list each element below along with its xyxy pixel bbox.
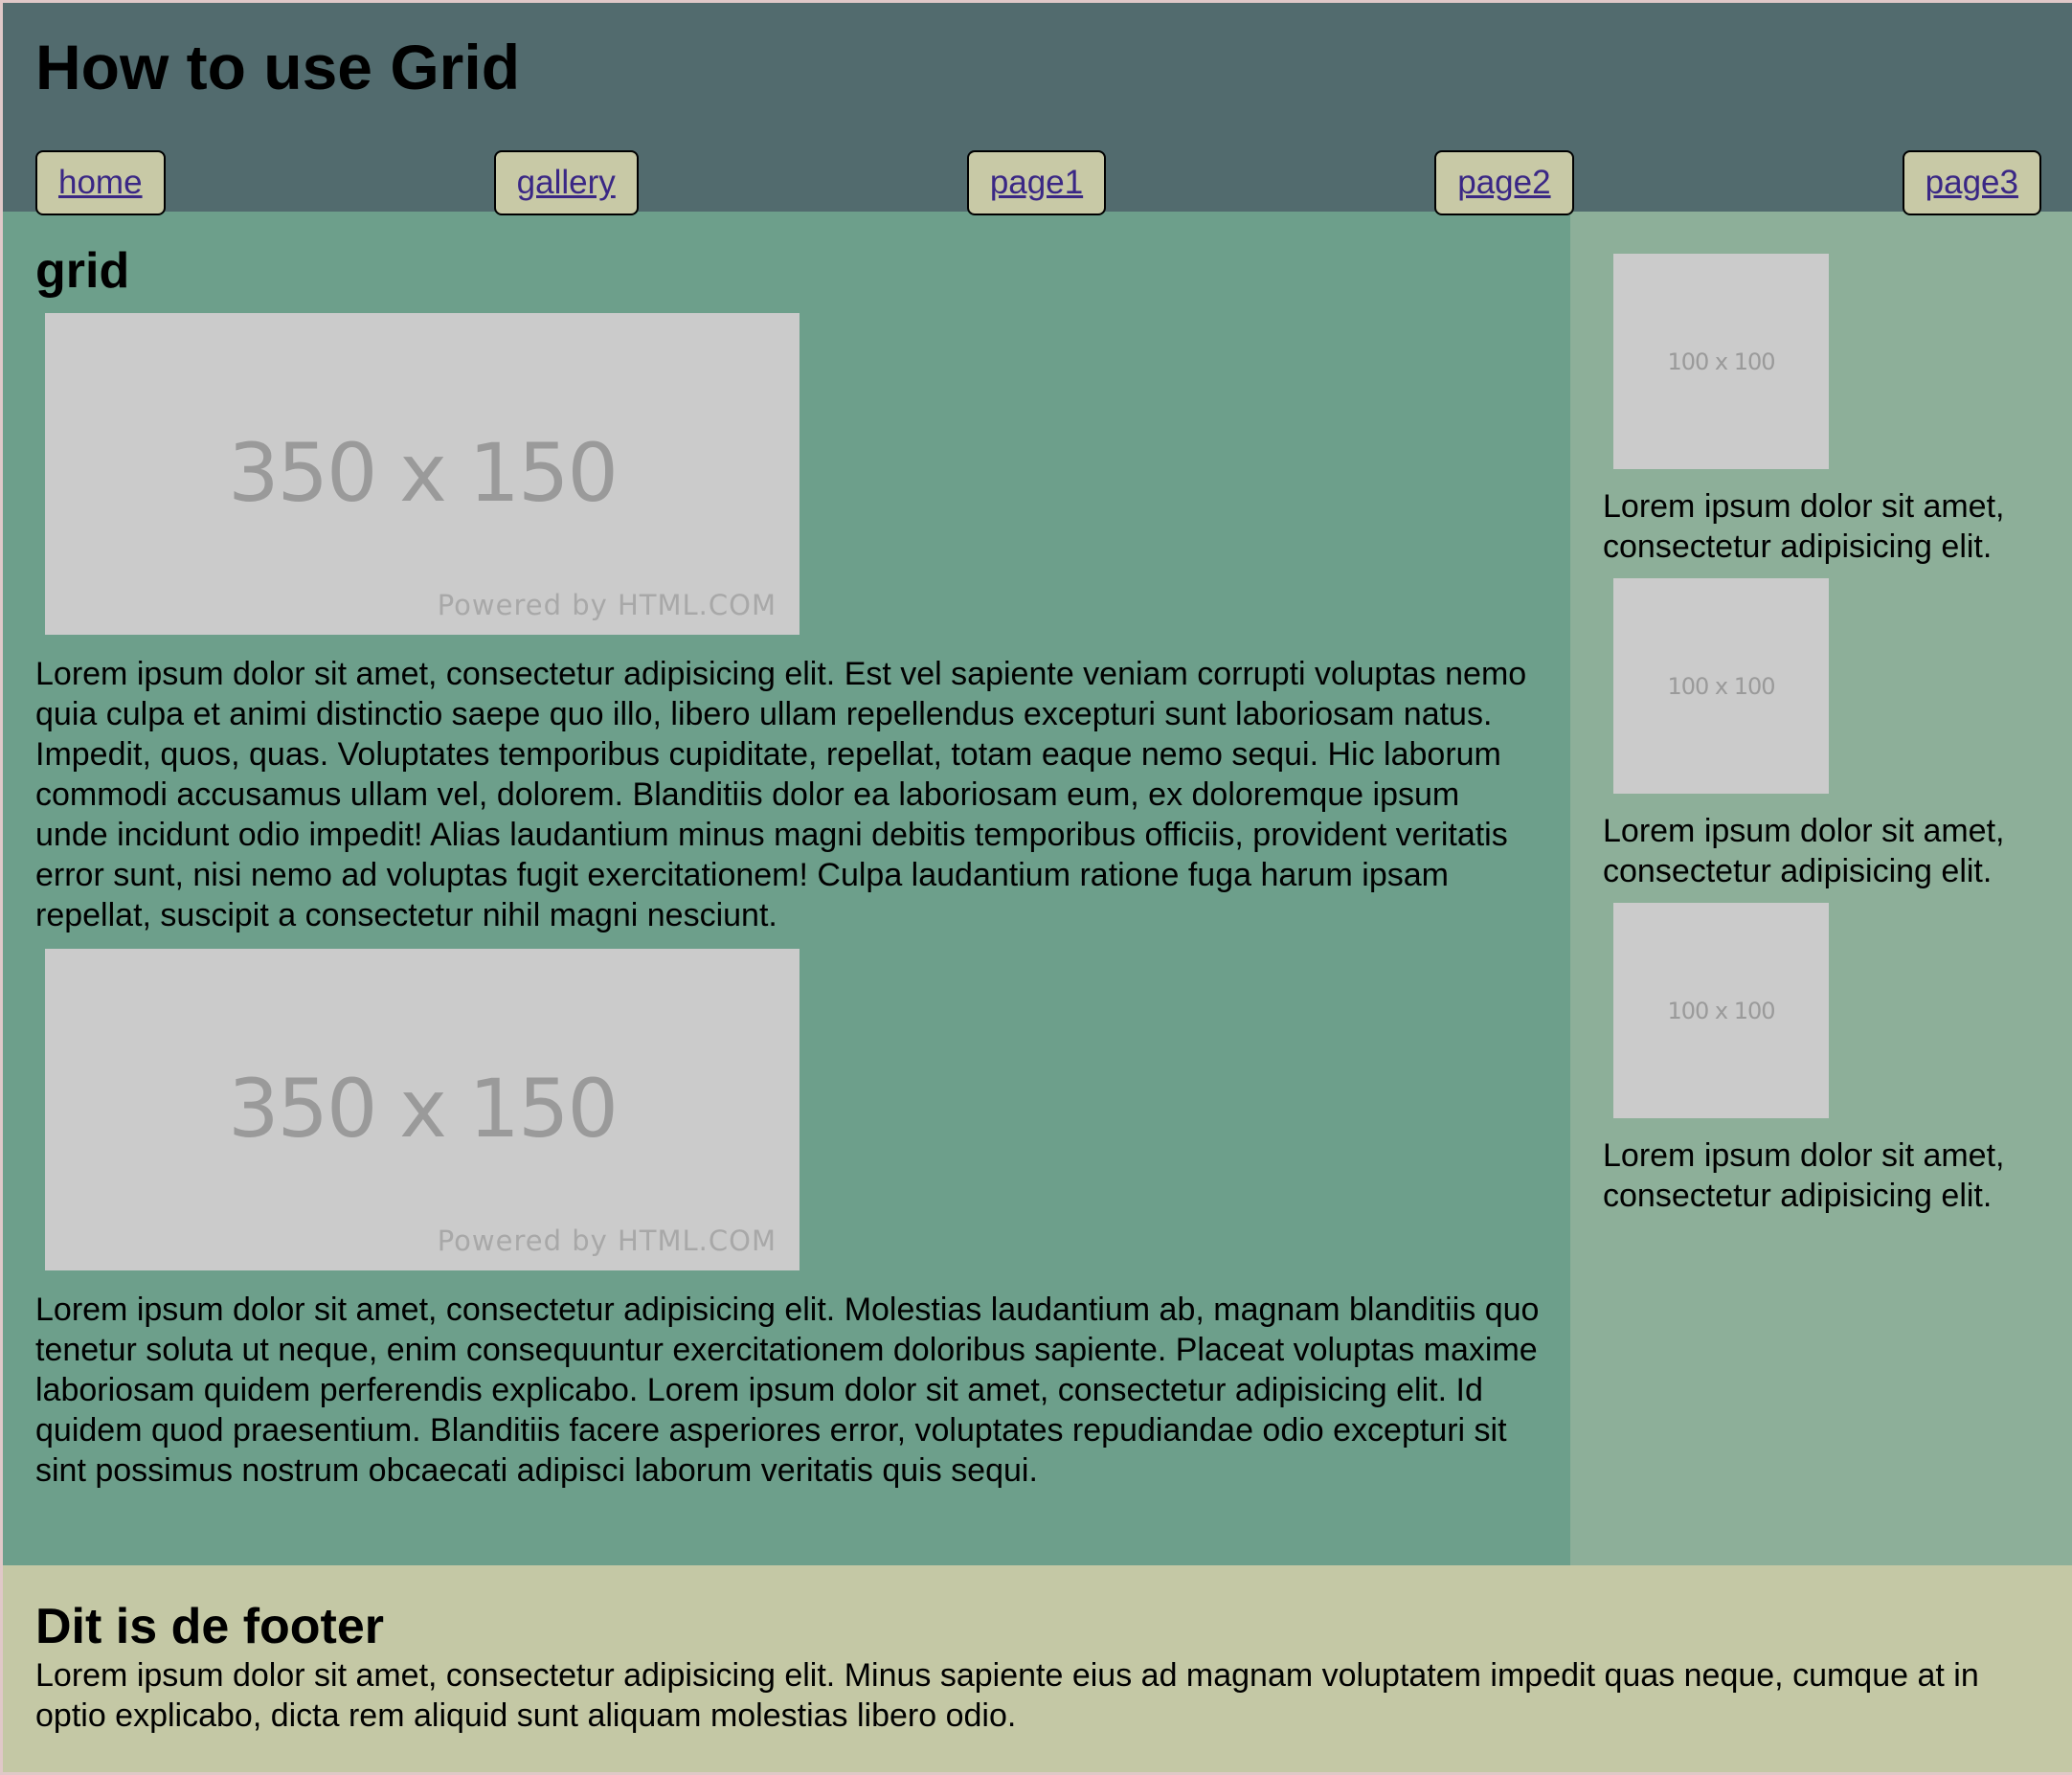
main-content: grid 350 x 150 Powered by HTML.COM Lorem… [3,212,1570,1565]
nav-link-page3[interactable]: page3 [1902,150,2041,215]
sidebar-card: 100 x 100 Lorem ipsum dolor sit amet, co… [1603,254,2034,567]
placeholder-image: 350 x 150 Powered by HTML.COM [45,949,800,1270]
main-paragraph: Lorem ipsum dolor sit amet, consectetur … [35,656,1527,933]
sidebar-card: 100 x 100 Lorem ipsum dolor sit amet, co… [1603,578,2034,891]
site-header: How to use Grid home gallery page1 page2… [3,3,2072,215]
sidebar-card-text: Lorem ipsum dolor sit amet, consectetur … [1603,1135,2034,1216]
sidebar-card-text: Lorem ipsum dolor sit amet, consectetur … [1603,486,2034,567]
site-footer: Dit is de footer Lorem ipsum dolor sit a… [3,1565,2072,1772]
main-nav: home gallery page1 page2 page3 [35,150,2041,215]
placeholder-image: 350 x 150 Powered by HTML.COM [45,313,800,635]
page-grid: How to use Grid home gallery page1 page2… [3,3,2072,1772]
card-text-line: consectetur adipisicing elit. [1603,1178,1993,1214]
footer-heading: Dit is de footer [35,1599,385,1654]
main-paragraph: Lorem ipsum dolor sit amet, consectetur … [35,1292,1540,1489]
card-text-line: consectetur adipisicing elit. [1603,853,1993,889]
placeholder-dims: 350 x 150 [228,426,619,520]
card-text-line: Lorem ipsum dolor sit amet, [1603,813,2005,849]
card-text-line: Lorem ipsum dolor sit amet, [1603,1137,2005,1174]
footer-text: Lorem ipsum dolor sit amet, consectetur … [35,1657,1979,1734]
placeholder-dims: 350 x 150 [228,1062,619,1156]
sidebar: 100 x 100 Lorem ipsum dolor sit amet, co… [1570,212,2072,1565]
thumbnail-image: 100 x 100 [1613,903,1829,1118]
thumbnail-image: 100 x 100 [1613,578,1829,794]
sidebar-card: 100 x 100 Lorem ipsum dolor sit amet, co… [1603,903,2034,1216]
nav-link-page2[interactable]: page2 [1434,150,1574,215]
placeholder-credit: Powered by HTML.COM [437,589,777,621]
thumbnail-image: 100 x 100 [1613,254,1829,469]
nav-link-home[interactable]: home [35,150,166,215]
page-title: How to use Grid [35,32,521,102]
main-heading: grid [35,243,130,299]
placeholder-credit: Powered by HTML.COM [437,1225,777,1257]
card-text-line: Lorem ipsum dolor sit amet, [1603,488,2005,525]
card-text-line: consectetur adipisicing elit. [1603,528,1993,565]
nav-link-page1[interactable]: page1 [966,150,1107,215]
nav-link-gallery[interactable]: gallery [493,150,639,215]
sidebar-card-text: Lorem ipsum dolor sit amet, consectetur … [1603,811,2034,891]
